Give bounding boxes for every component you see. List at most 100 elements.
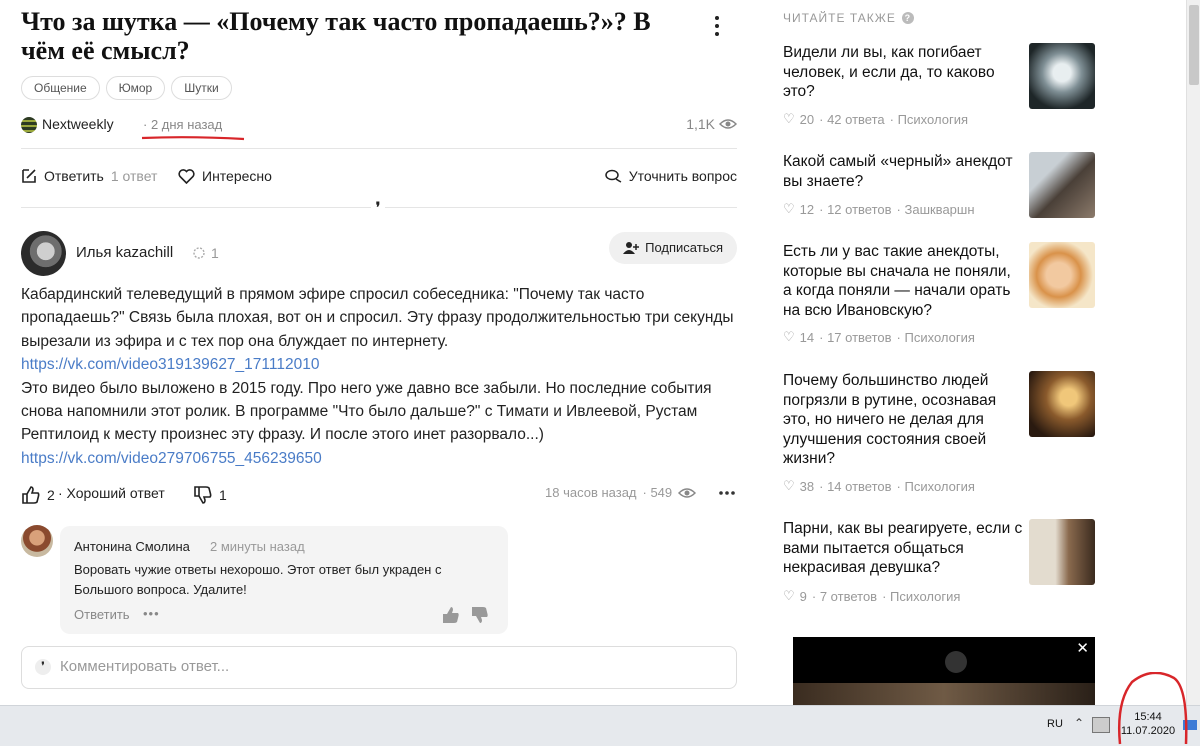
heart-icon: ♡ [783, 478, 795, 493]
related-answers: · 7 ответов [811, 588, 878, 604]
red-circle-annotation [1117, 672, 1188, 745]
related-title[interactable]: Парни, как вы реагируете, если с вами пы… [783, 519, 1023, 578]
author-logo[interactable] [21, 117, 37, 133]
related-meta: ♡ 20 · 42 ответа · Психология [783, 111, 968, 127]
answer-time: 18 часов назад [545, 485, 637, 500]
tag-item[interactable]: Шутки [171, 76, 232, 100]
network-icon[interactable] [1092, 717, 1110, 733]
related-title[interactable]: Почему большинство людей погрязли в рути… [783, 371, 1023, 469]
question-views: 1,1K [686, 116, 737, 132]
answer-views: · 549 [642, 485, 673, 500]
comment-author[interactable]: Антонина Смолина [74, 539, 190, 554]
close-icon[interactable]: ✕ [1076, 639, 1089, 657]
add-user-icon [623, 242, 640, 254]
comment: Антонина Смолина 2 минуты назад Воровать… [60, 526, 508, 634]
question-title: Что за шутка — «Почему так часто пропада… [21, 7, 651, 65]
comment-input[interactable]: ❜ Комментировать ответ... [21, 646, 737, 689]
mute-icon[interactable] [945, 651, 967, 673]
rank-value: 1 [211, 245, 219, 261]
related-question[interactable]: Видели ли вы, как погибает человек, и ес… [783, 43, 1098, 133]
answer-count: 1 ответ [110, 168, 158, 184]
quote-icon: ❜ [35, 659, 51, 675]
related-title[interactable]: Есть ли у вас такие анекдоты, которые вы… [783, 242, 1023, 320]
subscribe-button[interactable]: Подписаться [609, 232, 737, 264]
main-content: Что за шутка — «Почему так часто пропада… [0, 0, 760, 705]
sidebar-related: ЧИТАЙТЕ ТАКЖЕ ? Видели ли вы, как погиба… [783, 0, 1103, 705]
related-question[interactable]: Какой самый «черный» анекдот вы знаете? … [783, 152, 1098, 222]
question-author[interactable]: Nextweekly [42, 116, 114, 132]
related-answers: · 42 ответа [819, 111, 885, 127]
comment-placeholder: Комментировать ответ... [60, 658, 230, 675]
related-title[interactable]: Какой самый «черный» анекдот вы знаете? [783, 152, 1023, 191]
related-answers: · 14 ответов [819, 478, 892, 494]
like-count: 2 [47, 487, 55, 503]
good-answer-label: · Хороший ответ [58, 485, 165, 501]
related-meta: ♡ 12 · 12 ответов · Зашкваршн [783, 201, 975, 217]
related-likes: 38 [799, 478, 815, 494]
answer-meta: 18 часов назад · 549 [545, 485, 697, 500]
related-question[interactable]: Почему большинство людей погрязли в рути… [783, 371, 1098, 501]
question-actions: Ответить 1 ответ Интересно Уточнить вопр… [21, 168, 737, 190]
answer-label: Ответить [44, 168, 104, 184]
related-answers: · 12 ответов [819, 201, 892, 217]
answer-author[interactable]: Илья kazachill [76, 244, 173, 261]
question-meta: Nextweekly · 2 дня назад 1,1K [21, 115, 737, 141]
language-indicator[interactable]: RU [1047, 718, 1063, 730]
help-icon[interactable]: ? [901, 12, 914, 24]
edit-icon [22, 169, 36, 183]
related-meta: ♡ 14 · 17 ответов · Психология [783, 329, 975, 345]
related-title[interactable]: Видели ли вы, как погибает человек, и ес… [783, 43, 1023, 102]
subscribe-label: Подписаться [645, 240, 723, 255]
related-thumbnail[interactable] [1029, 242, 1095, 308]
answer-header: Илья kazachill 1 Подписаться [21, 231, 737, 277]
related-question[interactable]: Есть ли у вас такие анекдоты, которые вы… [783, 242, 1098, 352]
answer-button[interactable]: Ответить 1 ответ [21, 168, 157, 184]
chevron-up-icon[interactable]: ⌃ [1074, 716, 1084, 730]
related-thumbnail[interactable] [1029, 371, 1095, 437]
heart-icon: ♡ [783, 111, 795, 126]
answer-paragraph: Это видео было выложено в 2015 году. Про… [21, 379, 712, 444]
clarify-question-button[interactable]: Уточнить вопрос [604, 168, 737, 184]
answer-footer: 2 · Хороший ответ 1 18 часов назад · 549 [21, 485, 737, 507]
related-question[interactable]: Парни, как вы реагируете, если с вами пы… [783, 519, 1098, 609]
interesting-label: Интересно [202, 168, 272, 184]
tag-item[interactable]: Юмор [105, 76, 166, 100]
interesting-button[interactable]: Интересно [178, 168, 272, 184]
related-category[interactable]: · Психология [890, 112, 968, 127]
related-thumbnail[interactable] [1029, 43, 1095, 109]
related-answers: · 17 ответов [819, 329, 892, 345]
like-button[interactable]: 2 [21, 485, 55, 505]
rank-icon [193, 247, 205, 259]
author-rank: 1 [191, 245, 219, 261]
answer-more-icon[interactable] [717, 483, 737, 503]
related-thumbnail[interactable] [1029, 519, 1095, 585]
related-category[interactable]: · Психология [882, 589, 960, 604]
thumbs-up-icon[interactable] [441, 605, 461, 625]
comment-more-icon[interactable]: ••• [143, 606, 160, 621]
thumbs-up-icon [22, 486, 40, 504]
related-category[interactable]: · Зашкваршн [897, 202, 975, 217]
thumbs-down-icon[interactable] [470, 605, 490, 625]
related-thumbnail[interactable] [1029, 152, 1095, 218]
commenter-avatar[interactable] [21, 525, 53, 557]
dislike-button[interactable]: 1 [193, 485, 227, 505]
video-ad[interactable]: ✕ [793, 637, 1095, 705]
avatar[interactable] [21, 231, 66, 276]
related-category[interactable]: · Психология [897, 479, 975, 494]
divider [21, 148, 737, 149]
related-likes: 9 [799, 588, 807, 604]
related-likes: 12 [799, 201, 815, 217]
video-link[interactable]: https://vk.com/video319139627_171112010 [21, 356, 319, 373]
comment-reply-button[interactable]: Ответить [74, 607, 130, 622]
tag-item[interactable]: Общение [21, 76, 100, 100]
related-meta: ♡ 38 · 14 ответов · Психология [783, 478, 975, 494]
question-time: · 2 дня назад [143, 117, 223, 132]
video-link[interactable]: https://vk.com/video279706755_456239650 [21, 450, 322, 467]
video-frame [793, 683, 1095, 705]
scrollbar[interactable] [1186, 0, 1200, 705]
more-options-icon[interactable] [707, 12, 727, 42]
scrollbar-thumb[interactable] [1189, 5, 1199, 85]
related-category[interactable]: · Психология [897, 330, 975, 345]
related-likes: 14 [799, 329, 815, 345]
related-likes: 20 [799, 111, 815, 127]
